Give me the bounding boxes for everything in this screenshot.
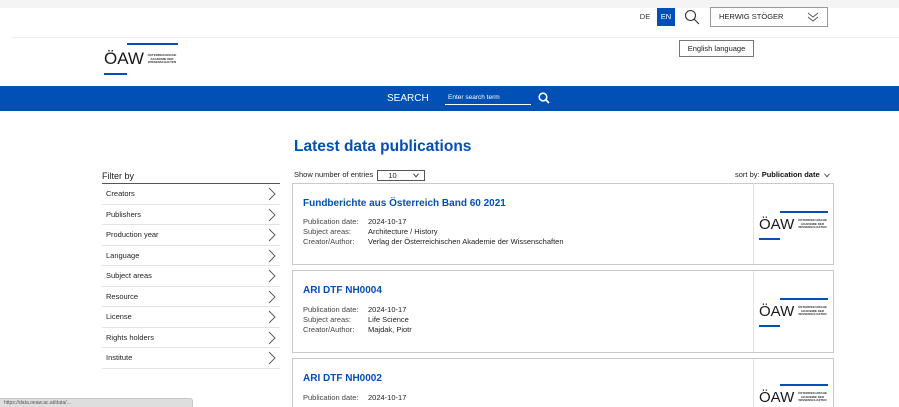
filter-item-resource[interactable]: Resource — [102, 287, 280, 307]
publication-date-row: Publication date: 2024-10-17 — [303, 305, 407, 314]
publication-creator-row: Creator/Author: Majdak, Piotr — [303, 325, 412, 334]
publication-title[interactable]: ARI DTF NH0002 — [303, 373, 382, 384]
filter-item-rights-holders[interactable]: Rights holders — [102, 328, 280, 348]
sort-value: Publication date — [761, 170, 820, 179]
chevron-right-icon — [268, 351, 276, 365]
user-menu-select[interactable]: HERWIG STÖGER — [710, 7, 828, 27]
chevron-down-icon — [823, 173, 830, 177]
chevron-right-icon — [268, 290, 276, 303]
card-logo-area: ÖAW ÖSTERREICHISCHE AKADEMIE DER WISSENSCH… — [753, 271, 833, 352]
oeaw-logo: ÖAW ÖSTERREICHISCHE AKADEMIE DER WISSENSCH… — [759, 298, 829, 328]
filter-item-publishers[interactable]: Publishers — [102, 205, 280, 225]
chevron-right-icon — [268, 228, 276, 242]
sort-label: sort by: — [735, 170, 760, 179]
publication-subject-row: Subject areas: Life Science — [303, 315, 409, 324]
chevron-right-icon — [268, 310, 276, 324]
logo-tagline: ÖSTERREICHISCHE AKADEMIE DER WISSENSCHAF… — [147, 53, 177, 65]
publication-date-row: Publication date: 2024-10-17 — [303, 393, 407, 402]
chevron-down-icon — [413, 173, 420, 178]
entries-control: Show number of entries 10 — [294, 169, 426, 181]
browser-status-bar: https://data.oeaw.ac.at/data/... — [0, 398, 193, 407]
filter-item-creators[interactable]: Creators — [102, 184, 280, 205]
card-logo-area: ÖAW ÖSTERREICHISCHE AKADEMIE DER WISSENSCH… — [753, 359, 833, 407]
page-title: Latest data publications — [294, 138, 472, 155]
publication-subject-row: Subject areas: Architecture / History — [303, 227, 438, 236]
chevron-right-icon — [268, 187, 276, 201]
filter-item-license[interactable]: License — [102, 307, 280, 328]
oeaw-logo: ÖAW ÖSTERREICHISCHE AKADEMIE DER WISSENSCH… — [759, 211, 829, 241]
filter-item-subject-areas[interactable]: Subject areas — [102, 266, 280, 287]
filter-item-language[interactable]: Language — [102, 246, 280, 266]
filter-item-institute[interactable]: Institute — [102, 348, 280, 369]
oeaw-logo: ÖAW ÖSTERREICHISCHE AKADEMIE DER WISSENSCH… — [759, 384, 829, 407]
publication-card[interactable]: Fundberichte aus Österreich Band 60 2021… — [292, 183, 834, 265]
entries-select[interactable]: 10 — [377, 169, 426, 181]
publication-creator-row: Creator/Author: Verlag der Österreichisch… — [303, 237, 564, 246]
chevron-right-icon — [268, 269, 276, 283]
logo-bar-top — [127, 43, 178, 45]
publication-card[interactable]: ARI DTF NH0004 Publication date: 2024-10-… — [292, 270, 834, 353]
oeaw-logo[interactable]: ÖAW ÖSTERREICHISCHE AKADEMIE DER WISSENS… — [104, 43, 180, 77]
filter-list: Creators Publishers Production year Lang… — [102, 184, 280, 369]
search-button-icon[interactable] — [537, 91, 551, 105]
language-tooltip: English language — [679, 40, 754, 57]
logo-letters: ÖAW — [104, 49, 144, 68]
language-en-button[interactable]: EN — [657, 8, 675, 26]
chevron-right-icon — [268, 331, 276, 344]
language-de-button[interactable]: DE — [636, 8, 654, 26]
filter-item-production-year[interactable]: Production year — [102, 225, 280, 246]
publication-date-row: Publication date: 2024-10-17 — [303, 217, 407, 226]
search-icon[interactable] — [684, 9, 700, 25]
search-bar: SEARCH — [0, 86, 899, 111]
search-input[interactable] — [445, 91, 531, 105]
publication-title[interactable]: Fundberichte aus Österreich Band 60 2021 — [303, 198, 506, 209]
filter-title: Filter by — [102, 171, 135, 181]
logo-bar-bottom — [104, 73, 127, 75]
card-logo-area: ÖAW ÖSTERREICHISCHE AKADEMIE DER WISSENSCH… — [753, 184, 833, 264]
entries-label: Show number of entries — [294, 170, 374, 179]
chevron-right-icon — [268, 249, 276, 262]
publication-title[interactable]: ARI DTF NH0004 — [303, 285, 382, 296]
chevron-right-icon — [268, 208, 276, 221]
chevron-double-down-icon — [807, 12, 819, 22]
sort-control[interactable]: sort by: Publication date — [735, 169, 830, 180]
search-label: SEARCH — [387, 93, 429, 104]
publication-card[interactable]: ARI DTF NH0002 Publication date: 2024-10-… — [292, 358, 834, 407]
user-name: HERWIG STÖGER — [719, 12, 784, 21]
